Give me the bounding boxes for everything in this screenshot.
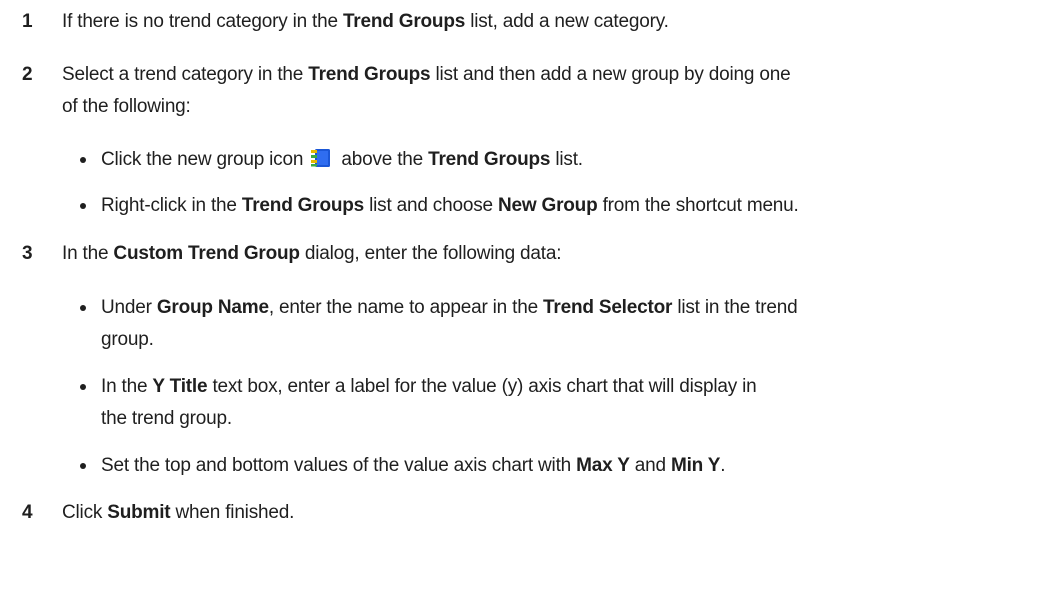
ui-term: Custom Trend Group (113, 243, 300, 264)
step-text: Click Submit when finished. (62, 502, 295, 523)
ui-term: Submit (107, 502, 171, 523)
step-number: 4 (22, 502, 33, 523)
ui-term: Trend Groups (428, 149, 551, 170)
ui-term: Max Y (576, 455, 630, 476)
ui-term: New Group (497, 195, 598, 216)
ui-term: Trend Selector (543, 297, 673, 318)
step-number: 1 (22, 11, 33, 32)
bullet-dot (80, 463, 86, 469)
step-number: 3 (22, 243, 33, 264)
new-group-icon (310, 147, 332, 169)
ui-term: Trend Groups (342, 11, 466, 32)
ui-term: Trend Groups (308, 64, 431, 85)
step-number: 2 (22, 64, 33, 85)
ui-term: Group Name (156, 297, 269, 318)
step-text: In the Custom Trend Group dialog, enter … (62, 243, 562, 264)
bullet-dot (80, 384, 86, 390)
instruction-page: 1 If there is no trend category in the T… (0, 0, 1055, 593)
bullet-dot (80, 157, 86, 163)
ui-term: Trend Groups (241, 195, 365, 216)
ui-term: Y Title (152, 376, 208, 397)
step-text: If there is no trend category in the Tre… (62, 11, 669, 32)
step-text: Select a trend category in the Trend Gro… (62, 64, 791, 117)
bullet-dot (80, 305, 86, 311)
bullet-dot (80, 203, 86, 209)
ui-term: Min Y (670, 455, 721, 476)
